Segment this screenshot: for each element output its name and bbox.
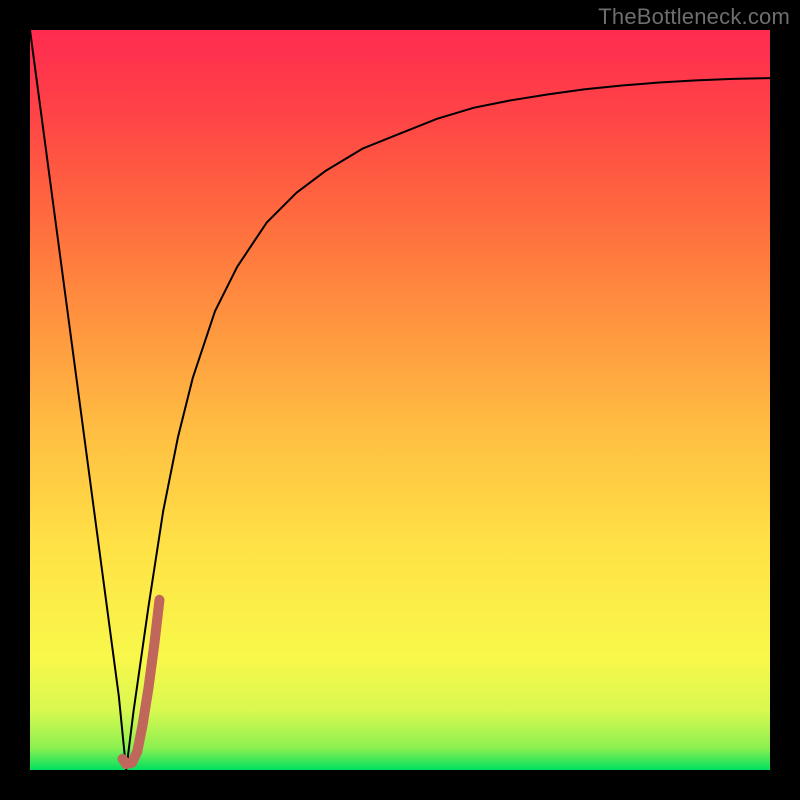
optimal-marker xyxy=(123,600,160,764)
plot-area xyxy=(30,30,770,770)
watermark-text: TheBottleneck.com xyxy=(598,4,790,30)
chart-frame: TheBottleneck.com xyxy=(0,0,800,800)
bottleneck-curve xyxy=(30,30,770,770)
curve-layer xyxy=(30,30,770,770)
